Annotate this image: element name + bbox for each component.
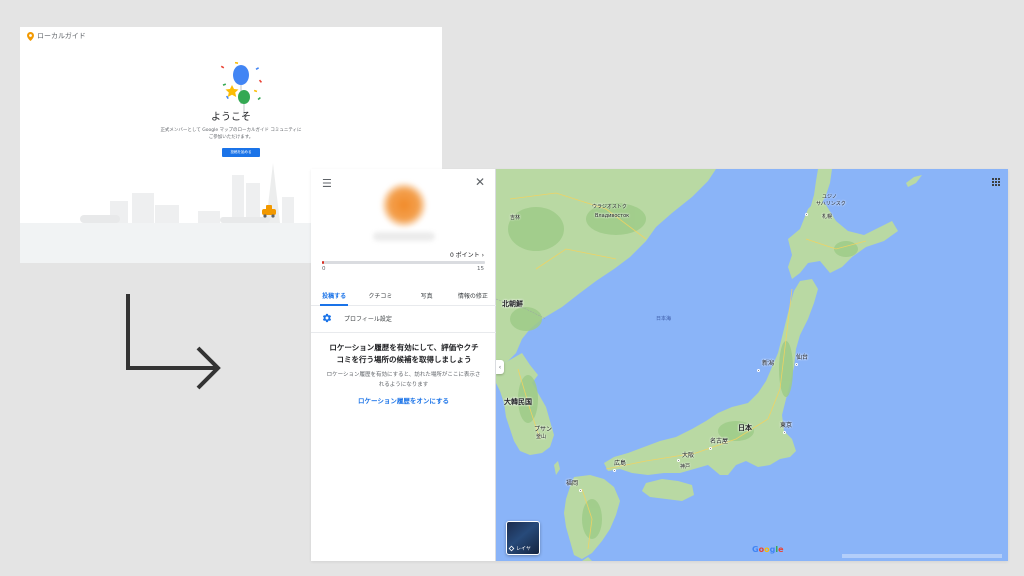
layers-label: レイヤ xyxy=(508,545,531,552)
map-label-busan-kanji[interactable]: 釜山 xyxy=(536,435,546,440)
city-marker-fukuoka[interactable] xyxy=(579,489,582,492)
tab-reviews[interactable]: クチコミ xyxy=(357,286,403,305)
map-label-busan[interactable]: プサン xyxy=(534,427,552,433)
mainland-shape xyxy=(496,169,716,365)
brand-label: ローカルガイド xyxy=(37,32,86,40)
map-label-osaka[interactable]: 大阪 xyxy=(682,453,694,459)
arrow-down-right-icon xyxy=(126,294,221,390)
map-footer-bar xyxy=(842,554,1002,558)
points-link[interactable]: 0 ポイント › xyxy=(450,250,484,259)
points-progress-bar xyxy=(322,261,485,264)
description-line: れるようになります xyxy=(378,382,429,388)
progress-min-label: 0 xyxy=(322,266,326,272)
map-label-vladivostok-ru[interactable]: Владивосток xyxy=(595,214,629,219)
map-label-japan[interactable]: 日本 xyxy=(738,425,752,432)
tab-contribute[interactable]: 投稿する xyxy=(311,286,357,306)
map-label-kobe[interactable]: 神戸 xyxy=(680,465,690,470)
contribution-tabs: 投稿する クチコミ 写真 情報の修正 xyxy=(311,286,496,306)
city-marker-hiroshima[interactable] xyxy=(613,469,616,472)
map-label-yuzhno[interactable]: ユジノ xyxy=(822,195,837,200)
layers-icon xyxy=(508,545,515,552)
apps-grid-icon[interactable] xyxy=(992,178,1000,186)
headline-line: ロケーション履歴を有効にして、評価やクチ xyxy=(329,343,479,352)
map-label-tokyo[interactable]: 東京 xyxy=(780,423,792,429)
map-label-jilin[interactable]: 吉林 xyxy=(510,216,520,221)
welcome-description-line: 正式メンバーとして Google マップのローカルガイド コミュニティに xyxy=(160,128,302,133)
location-pin-icon xyxy=(27,31,34,41)
map-canvas[interactable]: ‹ ウラジオストク Владивосток 吉林 ユジノ サハリンスク 札幌 北… xyxy=(496,169,1008,561)
city-marker-osaka[interactable] xyxy=(677,459,680,462)
description-line: ロケーション履歴を有効にすると、訪れた場所がここに表示さ xyxy=(326,372,481,378)
tab-edits[interactable]: 情報の修正 xyxy=(450,286,496,305)
avatar[interactable] xyxy=(381,182,427,228)
points-progress-fill xyxy=(322,261,324,264)
progress-max-label: 15 xyxy=(477,266,484,272)
google-logo: Google xyxy=(752,545,784,554)
tab-photos[interactable]: 写真 xyxy=(404,286,450,305)
city-marker-nagoya[interactable] xyxy=(709,447,712,450)
map-label-sea-of-japan[interactable]: 日本海 xyxy=(656,317,671,322)
map-label-south-korea[interactable]: 大韓民国 xyxy=(504,399,532,406)
map-label-fukuoka[interactable]: 福岡 xyxy=(566,481,578,487)
gear-icon xyxy=(322,313,332,323)
local-guides-brand[interactable]: ローカルガイド xyxy=(27,31,86,41)
map-label-hiroshima[interactable]: 広島 xyxy=(614,461,626,467)
close-icon[interactable]: ✕ xyxy=(475,176,485,188)
city-marker-sapporo[interactable] xyxy=(805,213,808,216)
map-label-sendai[interactable]: 仙台 xyxy=(796,355,808,361)
headline-line: コミを行う場所の候補を取得しましょう xyxy=(336,355,472,364)
layers-text: レイヤ xyxy=(516,546,531,552)
hokkaido-shape xyxy=(788,199,898,279)
contributions-side-panel: ☰ ✕ 0 ポイント › 0 15 投稿する クチコミ 写真 情報の修正 プロフ… xyxy=(311,169,496,561)
map-label-niigata[interactable]: 新潟 xyxy=(762,361,774,367)
enable-location-history-link[interactable]: ロケーション履歴をオンにする xyxy=(311,395,496,405)
profile-settings-label: プロフィール設定 xyxy=(344,315,392,323)
map-label-sakhalinsk[interactable]: サハリンスク xyxy=(816,202,846,207)
layers-button[interactable]: レイヤ xyxy=(506,521,540,555)
map-label-north-korea[interactable]: 北朝鮮 xyxy=(502,301,523,308)
shikoku-shape xyxy=(642,479,694,501)
divider xyxy=(311,332,496,333)
collapse-panel-button[interactable]: ‹ xyxy=(496,360,504,374)
city-marker-sendai[interactable] xyxy=(795,363,798,366)
city-marker-niigata[interactable] xyxy=(757,369,760,372)
location-history-description: ロケーション履歴を有効にすると、訪れた場所がここに表示さ れるようになります xyxy=(321,370,486,390)
map-label-sapporo[interactable]: 札幌 xyxy=(822,215,832,220)
map-label-vladivostok[interactable]: ウラジオストク xyxy=(592,205,627,210)
user-name-blurred xyxy=(373,232,435,241)
welcome-description: 正式メンバーとして Google マップのローカルガイド コミュニティに ご参加… xyxy=(160,127,302,141)
map-landmass xyxy=(496,169,922,561)
city-marker-tokyo[interactable] xyxy=(783,431,786,434)
profile-settings-item[interactable]: プロフィール設定 xyxy=(322,313,392,323)
welcome-description-line: ご参加いただけます。 xyxy=(208,135,254,140)
google-maps-window: ☰ ✕ 0 ポイント › 0 15 投稿する クチコミ 写真 情報の修正 プロフ… xyxy=(311,169,1008,561)
location-history-headline: ロケーション履歴を有効にして、評価やクチ コミを行う場所の候補を取得しましょう xyxy=(319,342,489,366)
menu-icon[interactable]: ☰ xyxy=(322,178,332,189)
welcome-title: ようこそ xyxy=(211,112,251,123)
map-label-nagoya[interactable]: 名古屋 xyxy=(710,439,728,445)
